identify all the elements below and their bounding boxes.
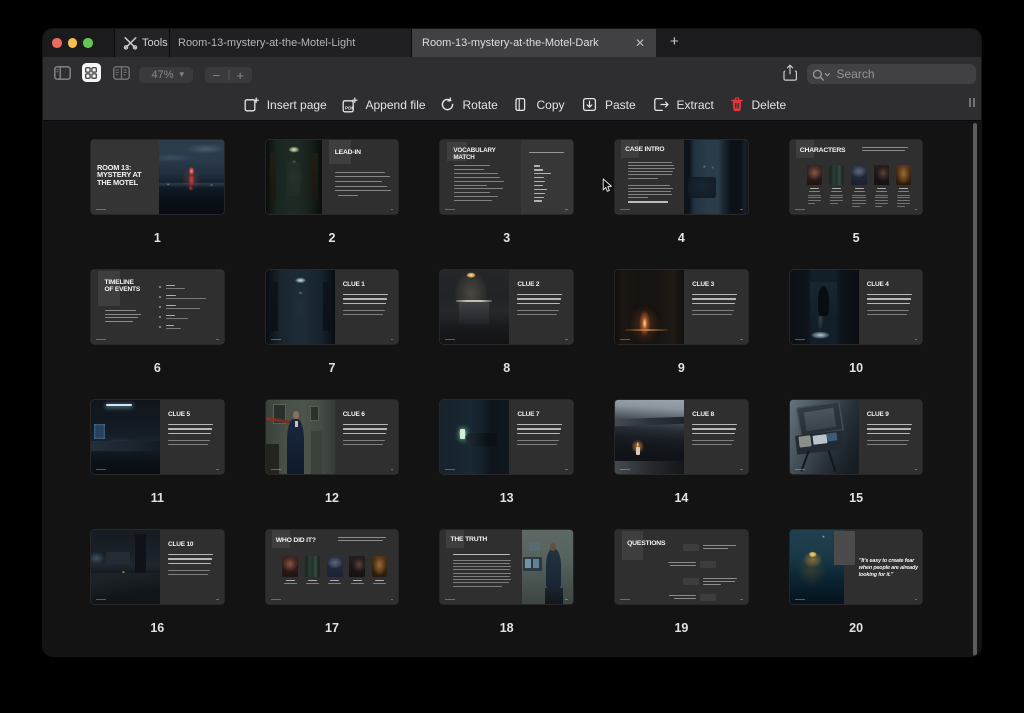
svg-text:PDF: PDF	[345, 105, 354, 110]
